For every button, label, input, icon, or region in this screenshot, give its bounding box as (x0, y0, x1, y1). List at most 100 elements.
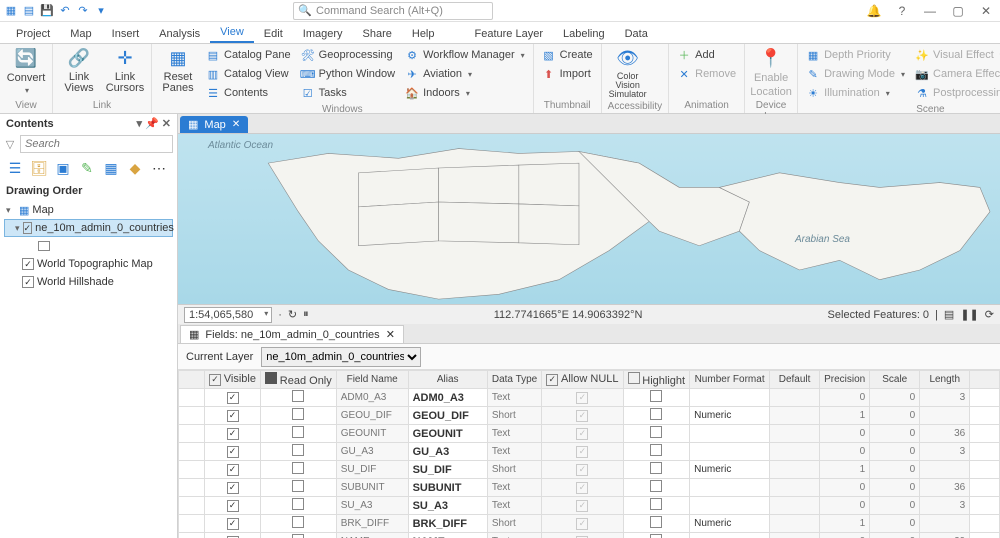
readonly-checkbox[interactable] (292, 462, 304, 474)
import-thumbnail-button[interactable]: ⬆Import (540, 65, 595, 83)
header-visible[interactable]: Visible (205, 371, 261, 389)
more-icon[interactable]: ⋯ (150, 159, 168, 177)
numberformat-cell[interactable]: Numeric (690, 407, 770, 425)
alias-cell[interactable]: SU_DIF (408, 461, 487, 479)
header-readonly[interactable]: Read Only (261, 371, 337, 389)
geoprocessing-button[interactable]: 🛠Geoprocessing (299, 46, 397, 64)
visible-checkbox[interactable] (227, 428, 239, 440)
list-by-editing-icon[interactable]: ✎ (78, 159, 96, 177)
map-view-tab[interactable]: ▦Map✕ (180, 116, 248, 133)
layer-row-hillshade[interactable]: ✓World Hillshade (4, 273, 173, 291)
highlight-checkbox[interactable] (650, 444, 662, 456)
camera-effect-button[interactable]: 📷Camera Effect▾ (913, 65, 1000, 83)
close-icon[interactable]: ✕ (976, 4, 996, 18)
pane-pin-icon[interactable]: 📌 (145, 117, 159, 130)
header-scale[interactable]: Scale (870, 371, 920, 389)
tab-help[interactable]: Help (402, 25, 445, 43)
layer-row-topo[interactable]: ✓World Topographic Map (4, 255, 173, 273)
create-thumbnail-button[interactable]: ▧Create (540, 46, 595, 64)
illumination-button[interactable]: ☀Illumination▾ (804, 84, 907, 102)
visible-checkbox[interactable] (227, 446, 239, 458)
highlight-checkbox[interactable] (650, 408, 662, 420)
scale-lock-icon[interactable]: · (278, 309, 282, 321)
table-row[interactable]: GU_A3GU_A3Text003 (179, 443, 1000, 461)
header-row-selector[interactable] (179, 371, 205, 389)
python-window-button[interactable]: ⌨Python Window (299, 65, 397, 83)
numberformat-cell[interactable] (690, 425, 770, 443)
minimize-icon[interactable]: — (920, 4, 940, 18)
list-by-drawing-order-icon[interactable]: ☰ (6, 159, 24, 177)
new-project-icon[interactable]: ▦ (4, 4, 18, 18)
highlight-checkbox[interactable] (650, 534, 662, 538)
redo-icon[interactable]: ↷ (76, 4, 90, 18)
numberformat-cell[interactable] (690, 389, 770, 407)
highlight-checkbox[interactable] (650, 426, 662, 438)
numberformat-cell[interactable] (690, 533, 770, 538)
catalog-pane-button[interactable]: ▤Catalog Pane (204, 46, 293, 64)
tasks-button[interactable]: ☑Tasks (299, 84, 397, 102)
visible-checkbox[interactable] (227, 482, 239, 494)
workflow-manager-button[interactable]: ⚙Workflow Manager▾ (403, 46, 527, 64)
alias-cell[interactable]: SUBUNIT (408, 479, 487, 497)
readonly-checkbox[interactable] (292, 516, 304, 528)
list-by-labeling-icon[interactable]: ◆ (126, 159, 144, 177)
readonly-checkbox[interactable] (292, 444, 304, 456)
numberformat-cell[interactable]: Numeric (690, 461, 770, 479)
visible-checkbox[interactable] (227, 518, 239, 530)
table-row[interactable]: NAMENAMEText0029 (179, 533, 1000, 538)
command-search[interactable]: 🔍 Command Search (Alt+Q) (293, 2, 493, 20)
list-by-snapping-icon[interactable]: ▦ (102, 159, 120, 177)
tab-analysis[interactable]: Analysis (149, 25, 210, 43)
readonly-checkbox[interactable] (292, 426, 304, 438)
current-layer-dropdown[interactable]: ne_10m_admin_0_countries (261, 347, 421, 367)
table-row[interactable]: GEOUNITGEOUNITText0036 (179, 425, 1000, 443)
alias-cell[interactable]: ADM0_A3 (408, 389, 487, 407)
readonly-checkbox[interactable] (292, 390, 304, 402)
header-fieldname[interactable]: Field Name (336, 371, 408, 389)
contents-search-input[interactable] (20, 135, 173, 153)
alias-cell[interactable]: BRK_DIFF (408, 515, 487, 533)
tab-feature-layer[interactable]: Feature Layer (465, 25, 553, 43)
visual-effect-button[interactable]: ✨Visual Effect▾ (913, 46, 1000, 64)
rotation-icon[interactable]: ↻ (288, 308, 297, 321)
tab-insert[interactable]: Insert (102, 25, 150, 43)
tab-map[interactable]: Map (60, 25, 101, 43)
readonly-checkbox[interactable] (292, 408, 304, 420)
readonly-checkbox[interactable] (292, 534, 304, 538)
link-cursors-button[interactable]: ✛Link Cursors (105, 46, 145, 94)
pane-options-icon[interactable]: ▾ (137, 117, 143, 130)
fields-grid[interactable]: Visible Read Only Field Name Alias Data … (178, 370, 1000, 538)
aviation-button[interactable]: ✈Aviation▾ (403, 65, 527, 83)
map-frame-row[interactable]: ▾▦Map (4, 201, 173, 219)
highlight-checkbox[interactable] (650, 390, 662, 402)
tab-view[interactable]: View (210, 23, 254, 43)
header-datatype[interactable]: Data Type (487, 371, 541, 389)
reset-panes-button[interactable]: ▦Reset Panes (158, 46, 198, 94)
alias-cell[interactable]: GU_A3 (408, 443, 487, 461)
tab-project[interactable]: Project (6, 25, 60, 43)
pane-close-icon[interactable]: ✕ (162, 117, 171, 130)
close-map-tab-icon[interactable]: ✕ (232, 119, 240, 130)
visible-checkbox[interactable] (227, 500, 239, 512)
refresh-icon[interactable]: ⟳ (985, 308, 994, 321)
table-row[interactable]: BRK_DIFFBRK_DIFFShortNumeric10 (179, 515, 1000, 533)
map-scale-dropdown[interactable]: 1:54,065,580 (184, 307, 272, 323)
alias-cell[interactable]: GEOUNIT (408, 425, 487, 443)
help-icon[interactable]: ? (892, 4, 912, 18)
visible-checkbox[interactable] (227, 392, 239, 404)
header-precision[interactable]: Precision (820, 371, 870, 389)
readonly-checkbox[interactable] (292, 480, 304, 492)
numberformat-cell[interactable] (690, 497, 770, 515)
convert-button[interactable]: 🔄 Convert▾ (6, 46, 46, 95)
notifications-icon[interactable]: 🔔 (864, 4, 884, 18)
header-length[interactable]: Length (920, 371, 970, 389)
header-highlight[interactable]: Highlight (623, 371, 690, 389)
fields-view-tab[interactable]: ▦Fields: ne_10m_admin_0_countries✕ (180, 325, 404, 343)
highlight-checkbox[interactable] (650, 498, 662, 510)
table-row[interactable]: SU_DIFSU_DIFShortNumeric10 (179, 461, 1000, 479)
list-by-selection-icon[interactable]: ▣ (54, 159, 72, 177)
readonly-checkbox[interactable] (292, 498, 304, 510)
visible-checkbox[interactable] (227, 410, 239, 422)
alias-cell[interactable]: NAME (408, 533, 487, 538)
save-icon[interactable]: 💾 (40, 4, 54, 18)
